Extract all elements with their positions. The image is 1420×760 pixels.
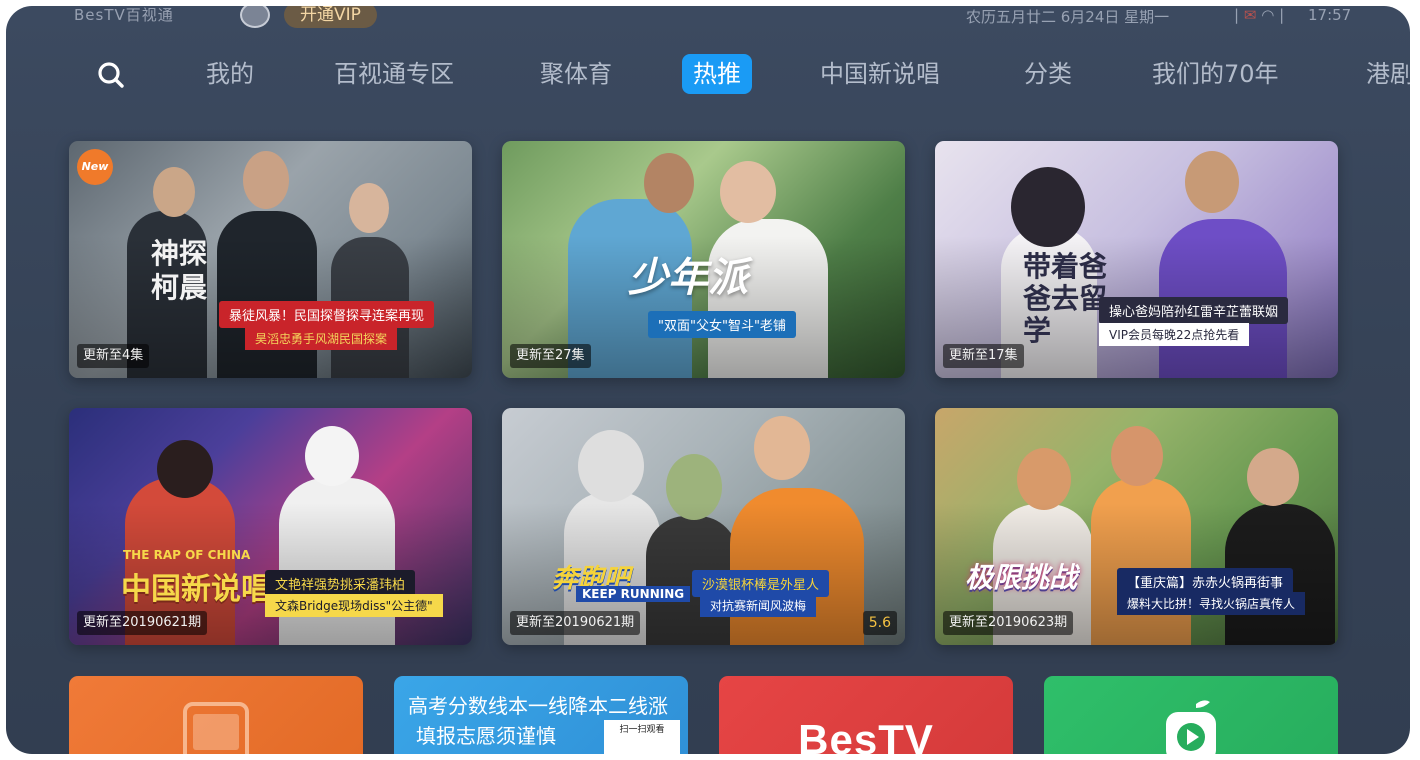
person-head bbox=[243, 151, 289, 209]
qr-label: 扫一扫观看 bbox=[619, 725, 665, 735]
promo-title: 高考分数线本一线降本二线涨 bbox=[408, 694, 668, 718]
status-bar: BesTV百视通 开通VIP 农历五月廿二 6月24日 星期一 | ✉ ◠ | … bbox=[6, 6, 1410, 30]
card-caption: 【重庆篇】赤赤火锅再街事 bbox=[1117, 568, 1294, 595]
episode-badge: 更新至27集 bbox=[510, 344, 591, 368]
content-card[interactable]: 奔跑吧 KEEP RUNNING 沙漠银杯棒是外星人 对抗赛新闻风波梅 更新至2… bbox=[502, 408, 905, 645]
person-head bbox=[349, 183, 389, 233]
person-head bbox=[720, 161, 776, 223]
card-caption: "双面"父女"智斗"老铺 bbox=[648, 311, 796, 338]
person-head bbox=[157, 440, 213, 498]
content-card[interactable]: 带着爸爸去留学 操心爸妈陪孙红雷辛芷蕾联姻 VIP会员每晚22点抢先看 更新至1… bbox=[935, 141, 1338, 378]
promo-subtitle: 填报志愿须谨慎 bbox=[416, 724, 556, 748]
rating-badge: 5.6 bbox=[862, 611, 897, 635]
show-title-art-en: KEEP RUNNING bbox=[576, 586, 691, 602]
person-head bbox=[153, 167, 195, 217]
show-title-art: 极限挑战 bbox=[965, 561, 1078, 594]
bestv-logo: BesTV bbox=[798, 716, 934, 754]
show-title-art: 神探柯晨 bbox=[151, 237, 208, 304]
content-card[interactable]: THE RAP OF CHINA 中国新说唱 文艳祥强势挑采潘玮柏 文森Brid… bbox=[69, 408, 472, 645]
clock: 17:57 bbox=[1308, 6, 1352, 24]
play-apple-icon bbox=[1166, 700, 1216, 754]
episode-badge: 更新至20190621期 bbox=[510, 611, 641, 635]
tab-sports[interactable]: 聚体育 bbox=[540, 54, 612, 94]
show-title-art: 少年派 bbox=[628, 255, 748, 301]
show-title-art-en: THE RAP OF CHINA bbox=[123, 548, 251, 562]
divider: | bbox=[1279, 6, 1285, 24]
tab-hk-drama[interactable]: 港剧 bbox=[1366, 54, 1410, 94]
message-icon[interactable]: ✉ bbox=[1244, 6, 1257, 24]
person-head bbox=[1247, 448, 1299, 506]
open-vip-button[interactable]: 开通VIP bbox=[284, 6, 377, 28]
tab-mine[interactable]: 我的 bbox=[206, 54, 254, 94]
tab-rap-of-china[interactable]: 中国新说唱 bbox=[820, 54, 940, 94]
brand-logo: BesTV百视通 bbox=[74, 6, 174, 24]
content-card[interactable]: 神探柯晨 暴徒风暴！民国探督探寻连案再现 昊滔忠勇手风湖民国探案 New 更新至… bbox=[69, 141, 472, 378]
bestv-tile[interactable]: BesTV bbox=[719, 676, 1013, 754]
episode-badge: 更新至4集 bbox=[77, 344, 150, 368]
show-title-art: 中国新说唱 bbox=[121, 572, 271, 607]
person-head bbox=[754, 416, 810, 480]
episode-badge: 更新至20190623期 bbox=[943, 611, 1074, 635]
tab-bestv-zone[interactable]: 百视通专区 bbox=[334, 54, 454, 94]
app-tile[interactable] bbox=[1044, 676, 1338, 754]
content-card[interactable]: 少年派 "双面"父女"智斗"老铺 更新至27集 bbox=[502, 141, 905, 378]
content-card[interactable]: 极限挑战 【重庆篇】赤赤火锅再街事 爆料大比拼！寻找火锅店真传人 更新至2019… bbox=[935, 408, 1338, 645]
person-head bbox=[644, 153, 694, 213]
new-badge: New bbox=[77, 149, 113, 185]
tv-screen: BesTV百视通 开通VIP 农历五月廿二 6月24日 星期一 | ✉ ◠ | … bbox=[6, 6, 1410, 754]
person-head bbox=[1111, 426, 1163, 486]
card-caption: 文艳祥强势挑采潘玮柏 bbox=[265, 570, 416, 597]
tab-categories[interactable]: 分类 bbox=[1024, 54, 1072, 94]
wifi-icon: ◠ bbox=[1261, 6, 1275, 24]
card-caption: 操心爸妈陪孙红雷辛芷蕾联姻 bbox=[1099, 297, 1289, 324]
person-head bbox=[305, 426, 359, 486]
person-head bbox=[578, 430, 644, 502]
tab-hot[interactable]: 热推 bbox=[682, 54, 752, 94]
card-caption-sub: 昊滔忠勇手风湖民国探案 bbox=[245, 327, 398, 350]
avatar[interactable] bbox=[240, 6, 270, 28]
person-head bbox=[1017, 448, 1071, 510]
search-icon[interactable] bbox=[92, 56, 132, 94]
status-icons: | ✉ ◠ | bbox=[1234, 6, 1284, 24]
person-head bbox=[1185, 151, 1239, 213]
top-nav: 我的 百视通专区 聚体育 热推 中国新说唱 分类 我们的70年 港剧 bbox=[6, 50, 1410, 100]
promo-tile[interactable]: 高考分数线本一线降本二线涨 填报志愿须谨慎 扫一扫观看 bbox=[394, 676, 688, 754]
card-caption-sub: 爆料大比拼！寻找火锅店真传人 bbox=[1117, 592, 1306, 615]
card-caption: 暴徒风暴！民国探督探寻连案再现 bbox=[219, 301, 435, 328]
tab-our-70-years[interactable]: 我们的70年 bbox=[1152, 54, 1279, 94]
divider: | bbox=[1234, 6, 1240, 24]
qr-code: 扫一扫观看 bbox=[604, 720, 680, 754]
tablet-icon bbox=[183, 702, 249, 754]
app-tile[interactable] bbox=[69, 676, 363, 754]
card-caption-sub: 文森Bridge现场diss"公主德" bbox=[265, 594, 443, 617]
date-text: 农历五月廿二 6月24日 星期一 bbox=[966, 8, 1170, 26]
card-caption-sub: 对抗赛新闻风波梅 bbox=[700, 594, 817, 617]
episode-badge: 更新至17集 bbox=[943, 344, 1024, 368]
card-caption: 沙漠银杯棒是外星人 bbox=[692, 570, 830, 597]
card-caption-sub: VIP会员每晚22点抢先看 bbox=[1099, 323, 1250, 346]
episode-badge: 更新至20190621期 bbox=[77, 611, 208, 635]
